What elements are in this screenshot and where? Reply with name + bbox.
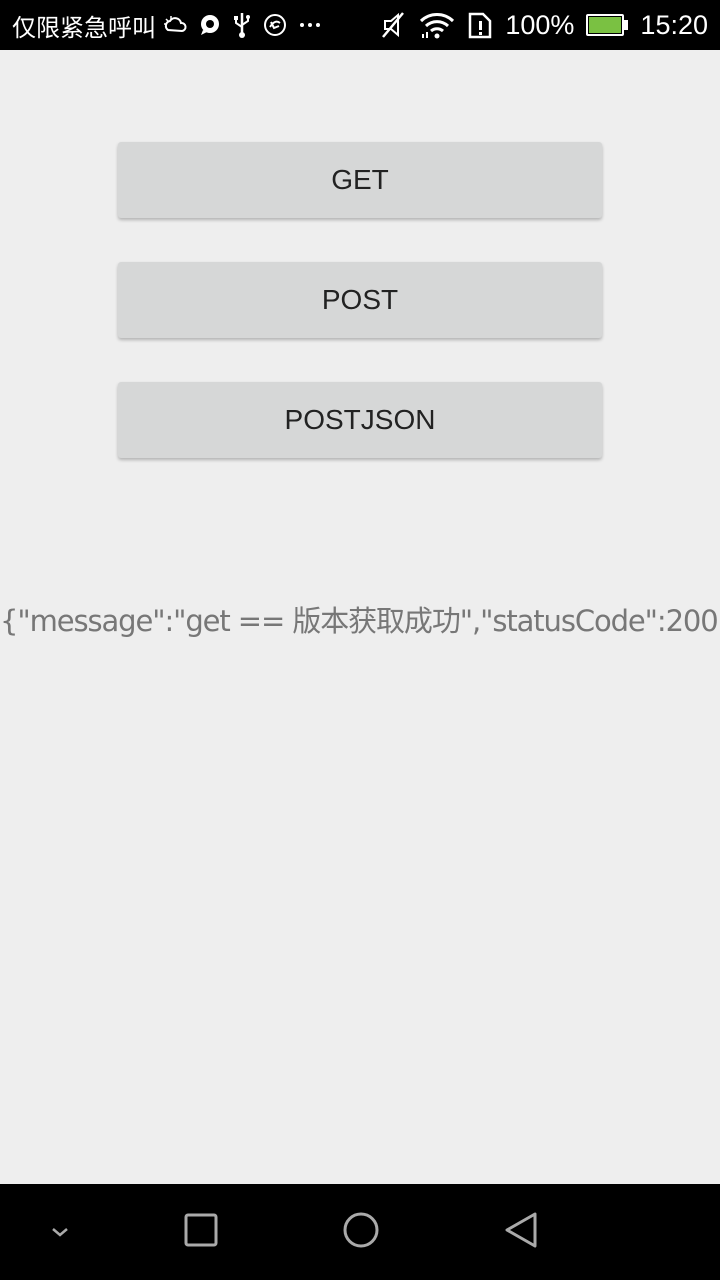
status-icons-right: 100% 15:20 xyxy=(379,10,708,41)
hide-keyboard-icon xyxy=(50,1223,70,1242)
hide-keyboard-button[interactable] xyxy=(0,1184,120,1280)
navigation-bar xyxy=(0,1184,720,1280)
battery-percent: 100% xyxy=(505,9,575,40)
more-icon xyxy=(298,20,322,30)
postjson-button[interactable]: POSTJSON xyxy=(118,382,602,458)
sim-alert-icon xyxy=(467,11,493,39)
app-icon xyxy=(262,12,288,38)
status-bar: 仅限紧急呼叫 100% 15:20 xyxy=(0,0,720,50)
recent-apps-icon xyxy=(184,1213,218,1251)
status-icons-left xyxy=(162,11,322,39)
mute-icon xyxy=(379,10,407,40)
post-button[interactable]: POST xyxy=(118,262,602,338)
chat-icon xyxy=(198,13,222,37)
home-icon xyxy=(342,1211,380,1253)
response-text: {"message":"get == 版本获取成功","statusCode":… xyxy=(0,604,720,638)
weather-icon xyxy=(162,14,188,36)
battery-icon xyxy=(586,14,629,36)
home-button[interactable] xyxy=(301,1184,421,1280)
get-button[interactable]: GET xyxy=(118,142,602,218)
clock: 15:20 xyxy=(640,9,708,40)
recent-apps-button[interactable] xyxy=(141,1184,261,1280)
main-content: GET POST POSTJSON {"message":"get == 版本获… xyxy=(0,50,720,1184)
back-icon xyxy=(503,1211,539,1253)
wifi-icon xyxy=(419,11,455,39)
carrier-text: 仅限紧急呼叫 xyxy=(12,13,156,42)
usb-icon xyxy=(232,11,252,39)
back-button[interactable] xyxy=(461,1184,581,1280)
